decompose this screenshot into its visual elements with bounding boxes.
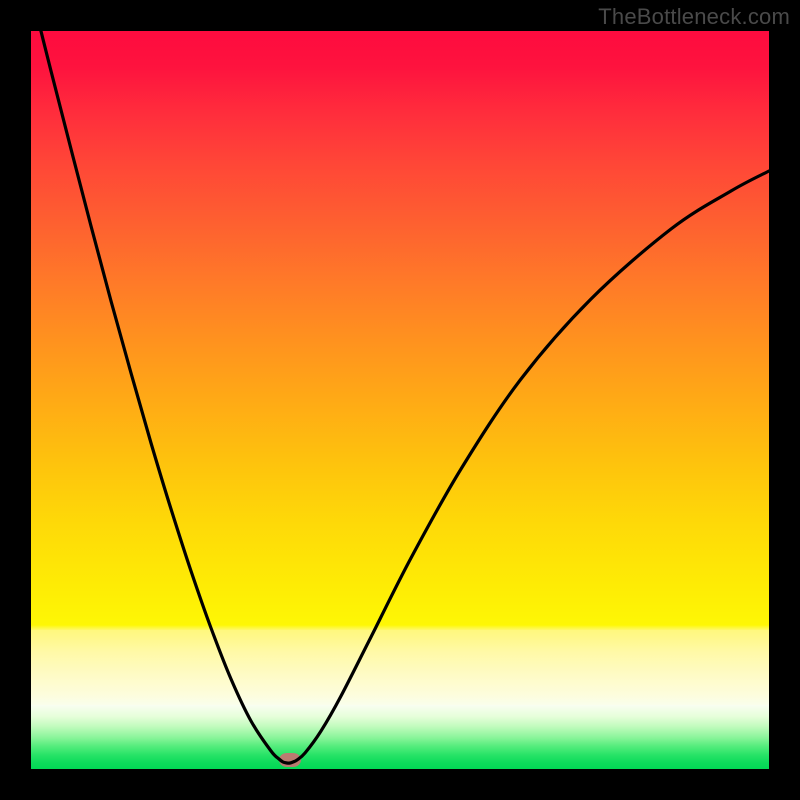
bottleneck-curve [31, 31, 769, 769]
chart-frame: TheBottleneck.com [0, 0, 800, 800]
watermark-text: TheBottleneck.com [598, 4, 790, 30]
plot-area [31, 31, 769, 769]
curve-path [31, 31, 769, 763]
